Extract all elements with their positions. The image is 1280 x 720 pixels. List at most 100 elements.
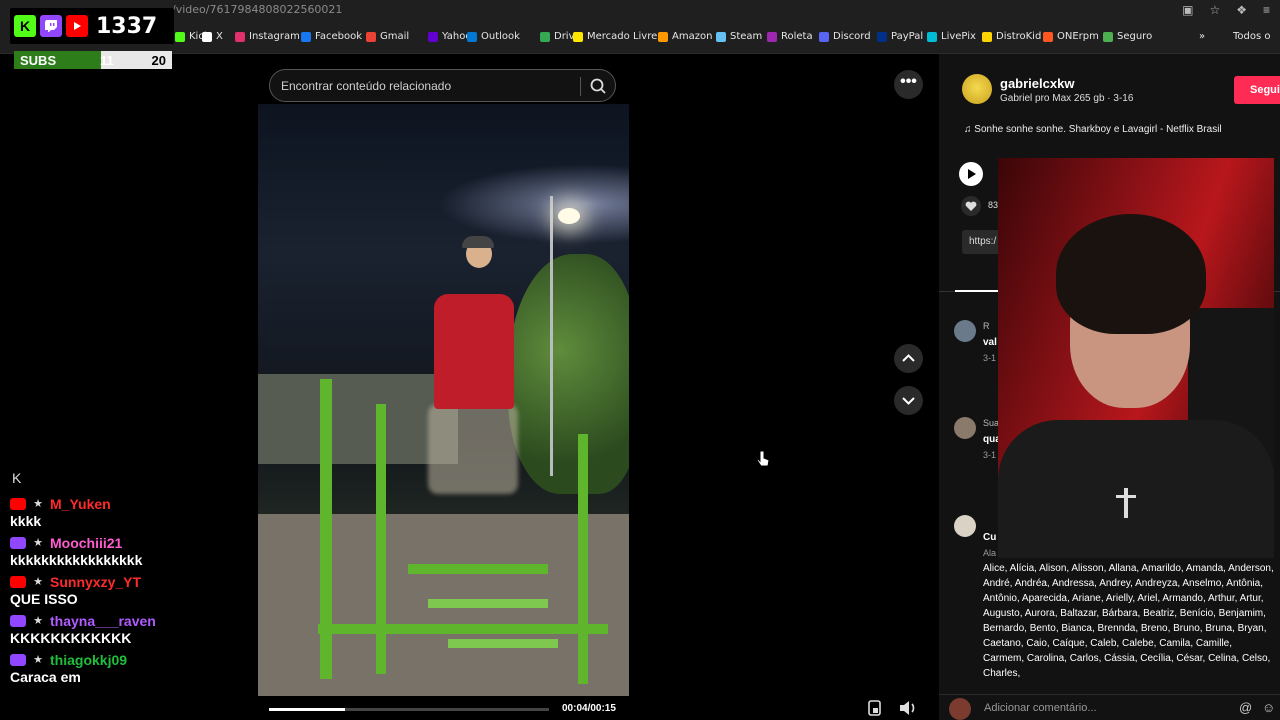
- bookmark-facebook[interactable]: Facebook: [301, 31, 362, 42]
- twitch-logo-icon: [40, 15, 62, 37]
- author-username[interactable]: gabrielcxkw: [1000, 76, 1074, 91]
- comment-date: 3-1: [983, 450, 997, 460]
- bookmark-amazon[interactable]: Amazon: [658, 31, 712, 42]
- play-button[interactable]: [959, 162, 983, 186]
- bookmark-livepix[interactable]: LivePix: [927, 31, 976, 42]
- names-comment-text: Alice, Alícia, Alison, Alisson, Allana, …: [983, 563, 1274, 679]
- chat-text: KKKKKKKKKKKK: [10, 630, 132, 646]
- twitch-icon: [10, 615, 26, 627]
- bookmark-favicon-icon: [767, 31, 777, 42]
- address-bar[interactable]: /video/7617984808022560021: [172, 3, 342, 16]
- like-button[interactable]: [961, 196, 981, 216]
- bookmark-label: X: [216, 31, 223, 42]
- bookmark-label: Instagram: [249, 31, 300, 42]
- commenter-avatar[interactable]: [954, 320, 976, 342]
- bookmark-label: Outlook: [481, 31, 520, 42]
- commenter-avatar[interactable]: [954, 515, 976, 537]
- bookmark-favicon-icon: [573, 31, 583, 42]
- bookmark-favicon-icon: [540, 31, 550, 42]
- exercise-machine-step: [428, 599, 548, 608]
- person-cap: [462, 236, 494, 248]
- bookmark-discord[interactable]: Discord: [819, 31, 871, 42]
- next-video-button[interactable]: [894, 386, 923, 415]
- badge-icon: ★: [33, 576, 43, 588]
- bookmark-favicon-icon: [175, 31, 185, 42]
- bookmark-label: Facebook: [315, 31, 362, 42]
- exercise-machine-step: [448, 639, 558, 648]
- youtube-icon: [10, 498, 26, 510]
- bookmark-roleta[interactable]: Roleta: [767, 31, 813, 42]
- bookmark-distrokid[interactable]: DistroKid: [982, 31, 1041, 42]
- person-shirt: [434, 294, 514, 409]
- bookmark-onerpm[interactable]: ONErpm: [1043, 31, 1099, 42]
- chat-text: kkkk: [10, 513, 42, 529]
- bookmark-favicon-icon: [1103, 31, 1113, 42]
- star-icon[interactable]: ☆: [1209, 3, 1220, 17]
- chat-message: ★ thayna___raven KKKKKKKKKKKK: [10, 613, 260, 646]
- emoji-icon[interactable]: ☺: [1262, 700, 1275, 715]
- video-player[interactable]: [258, 104, 629, 696]
- comment-input[interactable]: Adicionar comentário...: [984, 702, 1097, 714]
- follow-button[interactable]: Segui: [1234, 76, 1280, 104]
- commenter-name[interactable]: R: [983, 321, 990, 331]
- previous-video-button[interactable]: [894, 344, 923, 373]
- chat-message: ★ Moochiii21 kkkkkkkkkkkkkkkkk: [10, 535, 260, 568]
- comment-text: val: [983, 337, 997, 348]
- person-legs: [428, 404, 518, 494]
- commenter-name[interactable]: Sua: [983, 418, 999, 428]
- music-label[interactable]: ♫ Sonhe sonhe sonhe. Sharkboy e Lavagirl…: [964, 124, 1222, 135]
- kick-logo-icon: K: [14, 15, 36, 37]
- search-divider: [580, 77, 581, 96]
- streamer-body: [998, 420, 1274, 558]
- bookmark-outlook[interactable]: Outlook: [467, 31, 520, 42]
- heart-icon: [965, 201, 977, 211]
- install-icon[interactable]: ▣: [1182, 3, 1193, 17]
- search-input[interactable]: Encontrar conteúdo relacionado: [281, 79, 451, 93]
- bookmark-mercado-livre[interactable]: Mercado Livre: [573, 31, 657, 42]
- bookmark-favicon-icon: [301, 31, 311, 42]
- bookmark-seguro[interactable]: Seguro: [1103, 31, 1152, 42]
- search-icon[interactable]: [588, 76, 608, 96]
- bookmark-favicon-icon: [819, 31, 829, 42]
- bookmark-steam[interactable]: Steam: [716, 31, 762, 42]
- more-bookmarks-button[interactable]: »: [1199, 31, 1205, 42]
- badge-icon: ★: [33, 537, 43, 549]
- bookmark-favicon-icon: [428, 31, 438, 42]
- chat-text: Caraca em: [10, 669, 81, 685]
- menu-icon[interactable]: ≡: [1263, 3, 1270, 17]
- bookmark-paypal[interactable]: PayPal: [877, 31, 923, 42]
- video-progress-bar[interactable]: [269, 708, 549, 711]
- commenter-avatar[interactable]: [954, 417, 976, 439]
- like-count: 83: [988, 200, 999, 210]
- mention-icon[interactable]: @: [1239, 700, 1252, 715]
- subs-goal-bar: SUBS 11 20: [14, 51, 172, 69]
- bookmark-label: ONErpm: [1057, 31, 1099, 42]
- exercise-machine-bar: [408, 564, 548, 574]
- search-box[interactable]: Encontrar conteúdo relacionado: [269, 69, 616, 102]
- bookmark-label: PayPal: [891, 31, 924, 42]
- volume-icon[interactable]: [895, 697, 921, 719]
- more-options-button[interactable]: •••: [894, 70, 923, 99]
- bookmark-favicon-icon: [1043, 31, 1053, 42]
- chat-text: QUE ISSO: [10, 591, 78, 607]
- extensions-icon[interactable]: ❖: [1236, 3, 1247, 17]
- sky-glow: [438, 164, 629, 244]
- chat-username: Sunnyxzy_YT: [50, 574, 142, 590]
- subs-goal: 20: [151, 53, 166, 68]
- pip-icon[interactable]: [862, 697, 888, 719]
- author-avatar[interactable]: [962, 74, 992, 104]
- bookmark-x[interactable]: X: [202, 31, 223, 42]
- youtube-icon: [10, 576, 26, 588]
- all-bookmarks-button[interactable]: Todos o: [1233, 31, 1271, 42]
- bookmark-favicon-icon: [877, 31, 887, 42]
- bookmark-favicon-icon: [927, 31, 937, 42]
- bookmark-label: Roleta: [781, 31, 813, 42]
- author-subtitle: Gabriel pro Max 265 gb · 3-16: [1000, 93, 1134, 104]
- comments-tab-indicator: [955, 290, 1000, 292]
- bookmark-gmail[interactable]: Gmail: [366, 31, 409, 42]
- bookmark-label: Gmail: [380, 31, 410, 42]
- chat-header: K: [12, 470, 22, 486]
- chat-username: thayna___raven: [50, 613, 156, 629]
- chat-username: thiagokkj09: [50, 652, 128, 668]
- bookmark-instagram[interactable]: Instagram: [235, 31, 300, 42]
